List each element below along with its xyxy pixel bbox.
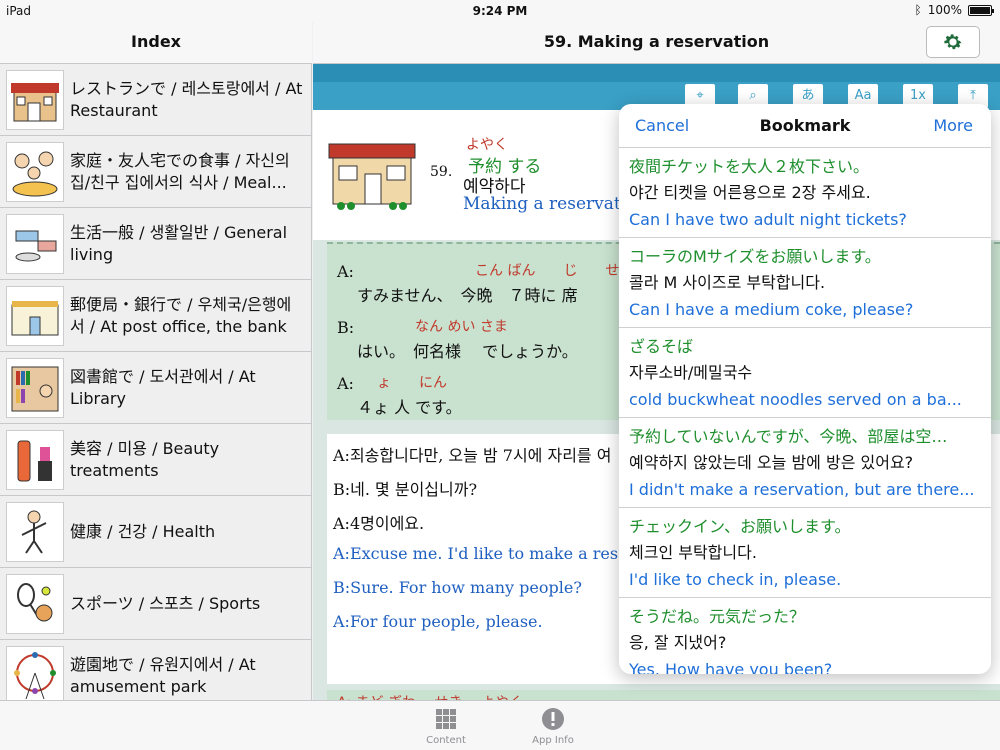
index-item-health[interactable]: 健康 / 건강 / Health — [0, 496, 311, 568]
amusement-park-icon — [6, 645, 64, 700]
dialog-line: はい。 何名様 でしょうか。 — [357, 342, 578, 361]
bookmark-ja: 予約していないんですが、今晩、部屋は空… — [629, 427, 948, 446]
info-icon — [542, 708, 564, 730]
dialog-ruby: なん めい さま — [415, 319, 508, 335]
index-item-label: 生活一般 / 생활일반 / General living — [70, 222, 288, 264]
index-item-label: 家庭・友人宅での食事 / 자신의 집/친구 집에서의 식사 / Meal... — [70, 150, 290, 192]
family-meal-icon — [6, 141, 64, 202]
translation-line: A:죄송합니다만, 오늘 밤 7시에 자리를 여 — [333, 446, 612, 465]
bookmark-item[interactable]: 予約していないんですが、今晩、部屋は空… 예약하지 않았는데 오늘 밤에 방은 … — [619, 418, 991, 508]
bookmark-ko: 체크인 부탁합니다. — [629, 543, 757, 562]
index-item-general-living[interactable]: 生活一般 / 생활일반 / General living — [0, 208, 311, 280]
status-right: ᛒ 100% — [914, 3, 994, 17]
bookmark-ja: コーラのMサイズをお願いします。 — [629, 247, 881, 266]
clock: 9:24 PM — [472, 4, 528, 18]
dialog-speaker: A: — [337, 374, 354, 393]
bookmark-en: Can I have a medium coke, please? — [629, 300, 914, 319]
gear-icon — [944, 34, 962, 50]
bookmark-ja: 夜間チケットを大人２枚下さい。 — [629, 157, 870, 176]
dialog-speaker: A: — [337, 262, 354, 281]
index-item-amusement-park[interactable]: 遊園地で / 유원지에서 / At amusement park — [0, 640, 311, 700]
bookmark-item[interactable]: そうだね。元気だった？ 응, 잘 지냈어? Yes. How have you … — [619, 598, 991, 674]
index-item-label: 郵便局・銀行で / 우체국/은행에서 / At post office, the… — [70, 294, 292, 336]
index-item-label: スポーツ / 스포츠 / Sports — [70, 593, 261, 613]
tab-label: Content — [426, 735, 466, 746]
content-title: 59. Making a reservation — [543, 32, 770, 51]
bookmark-ko: 콜라 M 사이즈로 부탁합니다. — [629, 273, 826, 292]
dialog-ruby: こん ばん じ せ — [475, 263, 620, 279]
translation-line: A:Excuse me. I'd like to make a reser — [333, 544, 636, 563]
bookmark-en: I'd like to check in, please. — [629, 570, 842, 589]
tab-app-info[interactable]: App Info — [518, 707, 588, 746]
beauty-icon — [6, 429, 64, 490]
general-living-icon — [6, 213, 64, 274]
bookmark-item[interactable]: コーラのMサイズをお願いします。 콜라 M 사이즈로 부탁합니다. Can I … — [619, 238, 991, 328]
translation-line: B:네. 몇 분이십니까? — [333, 480, 478, 499]
bookmark-item[interactable]: チェックイン、お願いします。 체크인 부탁합니다. I'd like to ch… — [619, 508, 991, 598]
index-item-label: 健康 / 건강 / Health — [70, 521, 216, 541]
lesson-ruby: よやく — [466, 137, 508, 153]
bookmark-item[interactable]: 夜間チケットを大人２枚下さい。 야간 티켓을 어른용으로 2장 주세요. Can… — [619, 148, 991, 238]
dialog-line: すみません、 今晩 ７時に 席 — [357, 286, 578, 305]
bookmark-ko: 응, 잘 지냈어? — [629, 633, 727, 652]
health-icon — [6, 501, 64, 562]
tab-content[interactable]: Content — [411, 707, 481, 746]
index-title: Index — [131, 32, 181, 51]
index-header: Index — [0, 22, 312, 64]
index-item-label: 美容 / 미용 / Beauty treatments — [70, 438, 220, 480]
dialog-ruby: ょ にん — [377, 375, 447, 391]
index-item-beauty[interactable]: 美容 / 미용 / Beauty treatments — [0, 424, 311, 496]
dialog-speaker: B: — [337, 318, 355, 337]
bookmark-en: Can I have two adult night tickets? — [629, 210, 907, 229]
bookmark-ja: そうだね。元気だった？ — [629, 607, 806, 626]
bookmark-ko: 야간 티켓을 어른용으로 2장 주세요. — [629, 183, 871, 202]
index-list[interactable]: レストランで / 레스토랑에서 / At Restaurant 家庭・友人宅での… — [0, 64, 312, 700]
translation-line: A:4명이에요. — [333, 514, 425, 533]
post-office-icon — [6, 285, 64, 346]
next-dialog-box: A: まど ぎわ せき よやく — [327, 690, 1000, 700]
bookmark-en: Yes. How have you been? — [629, 660, 833, 674]
index-item-sports[interactable]: スポーツ / 스포츠 / Sports — [0, 568, 311, 640]
index-item-restaurant[interactable]: レストランで / 레스토랑에서 / At Restaurant — [0, 64, 311, 136]
next-dialog-line: A: まど ぎわ せき よやく — [337, 692, 523, 700]
settings-button[interactable] — [926, 26, 980, 58]
dialog-line: ４ょ 人 です。 — [357, 398, 462, 417]
index-item-label: レストランで / 레스토랑에서 / At Restaurant — [70, 78, 303, 120]
bookmark-header: Cancel Bookmark More — [619, 104, 991, 148]
bookmark-en: I didn't make a reservation, but are the… — [629, 480, 975, 499]
index-item-label: 遊園地で / 유원지에서 / At amusement park — [70, 654, 256, 696]
status-bar: iPad 9:24 PM ᛒ 100% — [0, 0, 1000, 22]
bookmark-popover: Cancel Bookmark More 夜間チケットを大人２枚下さい。 야간 … — [619, 104, 991, 674]
more-button[interactable]: More — [933, 116, 973, 135]
grid-icon — [436, 709, 456, 729]
translation-line: B:Sure. For how many people? — [333, 578, 582, 597]
bookmark-item[interactable]: ざるそば 자루소바/메밀국수 cold buckwheat noodles se… — [619, 328, 991, 418]
tab-bar: Content App Info — [0, 700, 1000, 750]
index-item-family-meal[interactable]: 家庭・友人宅での食事 / 자신의 집/친구 집에서의 식사 / Meal... — [0, 136, 311, 208]
sports-icon — [6, 573, 64, 634]
library-icon — [6, 357, 64, 418]
battery-icon — [968, 4, 994, 16]
battery-percent: 100% — [927, 3, 962, 17]
bookmark-ja: チェックイン、お願いします。 — [629, 517, 851, 536]
tab-label: App Info — [532, 735, 574, 746]
bookmark-ko: 자루소바/메밀국수 — [629, 363, 753, 382]
translation-line: A:For four people, please. — [333, 612, 543, 631]
restaurant-illustration — [328, 143, 416, 210]
content-header: 59. Making a reservation — [313, 22, 1000, 64]
bookmark-ko: 예약하지 않았는데 오늘 밤에 방은 있어요? — [629, 453, 914, 472]
bluetooth-icon: ᛒ — [914, 3, 922, 17]
index-item-post-office[interactable]: 郵便局・銀行で / 우체국/은행에서 / At post office, the… — [0, 280, 311, 352]
index-item-label: 図書館で / 도서관에서 / At Library — [70, 366, 256, 408]
lesson-title-en: Making a reservatio — [463, 194, 637, 214]
lesson-number: 59. — [430, 164, 453, 180]
index-item-library[interactable]: 図書館で / 도서관에서 / At Library — [0, 352, 311, 424]
bookmark-ja: ざるそば — [629, 337, 694, 356]
restaurant-icon — [6, 69, 64, 130]
bookmark-en: cold buckwheat noodles served on a ba... — [629, 390, 962, 409]
